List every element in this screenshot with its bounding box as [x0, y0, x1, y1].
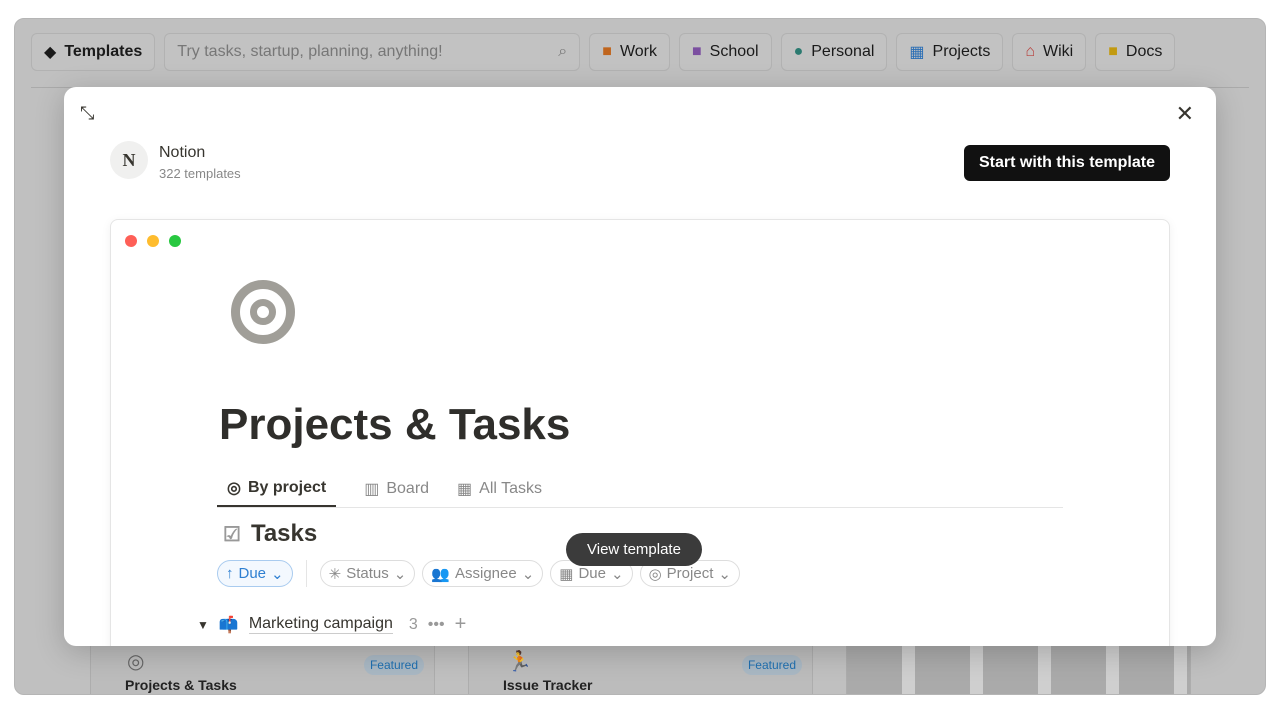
filter-assignee[interactable]: 👥 Assignee ⌄: [422, 560, 544, 587]
calendar-icon: ▦: [909, 44, 925, 61]
category-work[interactable]: ■ Work: [589, 33, 670, 71]
template-card[interactable]: ◎ Featured Projects & Tasks: [90, 644, 435, 694]
tab-label: Board: [386, 479, 430, 497]
category-label: Wiki: [1043, 43, 1074, 60]
category-label: Work: [619, 43, 657, 60]
category-school[interactable]: ■ School: [678, 33, 772, 71]
close-icon[interactable]: ✕: [1176, 101, 1194, 127]
collapse-triangle-icon[interactable]: ▼: [197, 618, 209, 632]
card-title: Projects & Tasks: [125, 677, 237, 693]
close-dot: [125, 235, 137, 247]
view-template-tooltip[interactable]: View template: [566, 533, 702, 566]
category-wiki[interactable]: ⌂ Wiki: [1012, 33, 1087, 71]
calendar-icon: ▦: [559, 565, 574, 583]
card-title: Issue Tracker: [503, 677, 593, 693]
target-icon: ◎: [648, 565, 662, 583]
person-icon: ●: [793, 43, 804, 60]
group-row[interactable]: ▼ 📫 Marketing campaign 3 ••• +: [197, 613, 466, 636]
target-icon: [231, 280, 295, 344]
start-template-button[interactable]: Start with this template: [963, 145, 1170, 181]
document-icon: ■: [1108, 43, 1118, 60]
filter-label: Status: [346, 565, 389, 582]
filter-label: Assignee: [454, 565, 517, 582]
tab-all-tasks[interactable]: ▦ All Tasks: [447, 470, 542, 507]
filter-label: Due: [238, 565, 267, 582]
tab-by-project[interactable]: ◎ By project: [217, 470, 337, 507]
template-card-image[interactable]: [846, 644, 1191, 694]
category-label: Personal: [811, 43, 875, 60]
search-input[interactable]: Try tasks, startup, planning, anything! ⌕: [164, 33, 581, 71]
topbar: ◆ Templates Try tasks, startup, planning,…: [31, 33, 1249, 73]
category-docs[interactable]: ■ Docs: [1095, 33, 1176, 71]
templates-label: Templates: [64, 43, 143, 60]
minimize-dot: [147, 235, 159, 247]
template-count: 322 templates: [159, 166, 241, 181]
template-preview-modal: ⤡ ✕ N Notion 322 templates Start with th…: [64, 87, 1216, 646]
people-icon: 👥: [431, 565, 450, 583]
featured-badge: Featured: [363, 655, 424, 675]
tab-board[interactable]: ▥ Board: [354, 470, 429, 507]
group-name[interactable]: Marketing campaign: [248, 615, 393, 634]
templates-button[interactable]: ◆ Templates: [31, 33, 156, 71]
board-icon: ▥: [364, 480, 380, 498]
more-icon[interactable]: •••: [428, 616, 445, 634]
template-preview[interactable]: Projects & Tasks ◎ By project ▥ Board ▦ All…: [110, 219, 1170, 646]
mailbox-icon: 📫: [218, 616, 239, 634]
category-label: Projects: [932, 43, 991, 60]
filter-status[interactable]: ✳ Status ⌄: [319, 560, 416, 587]
category-label: Docs: [1125, 43, 1163, 60]
page-title: Projects & Tasks: [219, 400, 571, 449]
tab-label: All Tasks: [479, 479, 543, 497]
expand-icon[interactable]: ⤡: [80, 103, 94, 124]
featured-badge: Featured: [741, 655, 802, 675]
creator-name: Notion: [159, 144, 206, 161]
section-label: Tasks: [250, 520, 318, 547]
template-card[interactable]: 🏃 Featured Issue Tracker: [468, 644, 813, 694]
loader-icon: ✳: [328, 565, 342, 583]
category-label: School: [709, 43, 759, 60]
category-personal[interactable]: ● Personal: [780, 33, 888, 71]
shapes-icon: ◆: [44, 44, 57, 61]
plus-icon[interactable]: +: [455, 613, 467, 636]
running-icon: 🏃: [507, 651, 532, 673]
search-icon: ⌕: [558, 43, 568, 60]
category-projects[interactable]: ▦ Projects: [896, 33, 1004, 71]
checkbox-icon: ☑: [223, 523, 241, 546]
notion-logo: N: [110, 141, 148, 179]
group-count: 3: [408, 615, 418, 633]
divider: [305, 560, 307, 587]
maximize-dot: [169, 235, 181, 247]
target-icon: ◎: [127, 651, 145, 673]
tab-label: By project: [247, 478, 327, 496]
briefcase-icon: ■: [602, 43, 612, 60]
filter-label: Project: [666, 565, 714, 582]
section-title: ☑ Tasks: [223, 520, 317, 548]
table-icon: ▦: [457, 480, 473, 498]
view-tabs: ◎ By project ▥ Board ▦ All Tasks: [217, 470, 1063, 508]
target-icon: ◎: [227, 479, 241, 497]
filter-label: Due: [578, 565, 606, 582]
school-icon: ■: [691, 43, 702, 60]
search-placeholder: Try tasks, startup, planning, anything!: [177, 43, 443, 60]
sort-due[interactable]: ↑ Due ⌄: [217, 560, 293, 587]
bank-icon: ⌂: [1025, 43, 1035, 60]
